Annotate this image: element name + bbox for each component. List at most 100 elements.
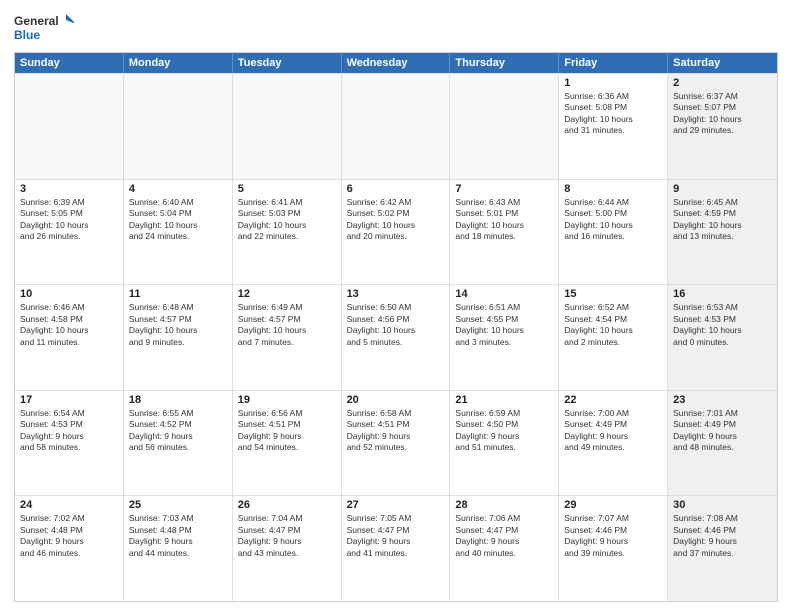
cal-cell: 5Sunrise: 6:41 AM Sunset: 5:03 PM Daylig…	[233, 180, 342, 285]
calendar: SundayMondayTuesdayWednesdayThursdayFrid…	[14, 52, 778, 602]
logo: General Blue	[14, 10, 74, 46]
cal-cell: 10 Sunrise: 6:46 AM Sunset: 4:58 PM Dayli…	[15, 285, 124, 390]
cal-week-1: 1 Sunrise: 6:36 AM Sunset: 5:08 PM Daylig…	[15, 73, 777, 179]
day-info: Sunrise: 7:05 AM Sunset: 4:47 PM Dayligh…	[347, 513, 445, 559]
cal-cell: 25Sunrise: 7:03 AM Sunset: 4:48 PM Dayli…	[124, 496, 233, 601]
cal-cell: 23 Sunrise: 7:01 AM Sunset: 4:49 PM Dayli…	[668, 391, 777, 496]
cal-cell: 19 Sunrise: 6:56 AM Sunset: 4:51 PM Dayli…	[233, 391, 342, 496]
day-info: Sunrise: 7:02 AM Sunset: 4:48 PM Dayligh…	[20, 513, 118, 559]
day-info: Sunrise: 6:56 AM Sunset: 4:51 PM Dayligh…	[238, 408, 336, 454]
day-number: 23	[673, 394, 772, 406]
cal-header-saturday: Saturday	[668, 53, 777, 73]
cal-cell	[450, 74, 559, 179]
day-number: 15	[564, 288, 662, 300]
day-number: 5	[238, 183, 336, 195]
day-number: 10	[20, 288, 118, 300]
cal-cell: 18 Sunrise: 6:55 AM Sunset: 4:52 PM Dayli…	[124, 391, 233, 496]
day-info: Sunrise: 6:36 AM Sunset: 5:08 PM Dayligh…	[564, 91, 662, 137]
day-info: Sunrise: 6:51 AM Sunset: 4:55 PM Dayligh…	[455, 302, 553, 348]
day-number: 19	[238, 394, 336, 406]
cal-cell: 29Sunrise: 7:07 AM Sunset: 4:46 PM Dayli…	[559, 496, 668, 601]
cal-week-5: 24 Sunrise: 7:02 AM Sunset: 4:48 PM Dayli…	[15, 495, 777, 601]
day-info: Sunrise: 6:55 AM Sunset: 4:52 PM Dayligh…	[129, 408, 227, 454]
day-info: Sunrise: 6:40 AM Sunset: 5:04 PM Dayligh…	[129, 197, 227, 243]
calendar-body: 1 Sunrise: 6:36 AM Sunset: 5:08 PM Daylig…	[15, 73, 777, 601]
day-number: 27	[347, 499, 445, 511]
cal-cell	[124, 74, 233, 179]
cal-cell: 16 Sunrise: 6:53 AM Sunset: 4:53 PM Dayli…	[668, 285, 777, 390]
calendar-header-row: SundayMondayTuesdayWednesdayThursdayFrid…	[15, 53, 777, 73]
cal-week-4: 17 Sunrise: 6:54 AM Sunset: 4:53 PM Dayli…	[15, 390, 777, 496]
day-info: Sunrise: 7:01 AM Sunset: 4:49 PM Dayligh…	[673, 408, 772, 454]
day-info: Sunrise: 6:54 AM Sunset: 4:53 PM Dayligh…	[20, 408, 118, 454]
cal-cell: 6 Sunrise: 6:42 AM Sunset: 5:02 PM Daylig…	[342, 180, 451, 285]
day-info: Sunrise: 6:49 AM Sunset: 4:57 PM Dayligh…	[238, 302, 336, 348]
cal-cell: 4 Sunrise: 6:40 AM Sunset: 5:04 PM Daylig…	[124, 180, 233, 285]
day-number: 18	[129, 394, 227, 406]
cal-header-thursday: Thursday	[450, 53, 559, 73]
day-number: 16	[673, 288, 772, 300]
cal-cell	[15, 74, 124, 179]
cal-cell: 3Sunrise: 6:39 AM Sunset: 5:05 PM Daylig…	[15, 180, 124, 285]
cal-cell: 2 Sunrise: 6:37 AM Sunset: 5:07 PM Daylig…	[668, 74, 777, 179]
day-info: Sunrise: 6:45 AM Sunset: 4:59 PM Dayligh…	[673, 197, 772, 243]
cal-cell: 20 Sunrise: 6:58 AM Sunset: 4:51 PM Dayli…	[342, 391, 451, 496]
day-number: 21	[455, 394, 553, 406]
header: General Blue	[14, 10, 778, 46]
day-info: Sunrise: 6:53 AM Sunset: 4:53 PM Dayligh…	[673, 302, 772, 348]
day-number: 14	[455, 288, 553, 300]
day-number: 13	[347, 288, 445, 300]
day-info: Sunrise: 6:52 AM Sunset: 4:54 PM Dayligh…	[564, 302, 662, 348]
day-info: Sunrise: 6:50 AM Sunset: 4:56 PM Dayligh…	[347, 302, 445, 348]
day-number: 7	[455, 183, 553, 195]
day-number: 24	[20, 499, 118, 511]
cal-cell: 24 Sunrise: 7:02 AM Sunset: 4:48 PM Dayli…	[15, 496, 124, 601]
cal-cell: 27 Sunrise: 7:05 AM Sunset: 4:47 PM Dayli…	[342, 496, 451, 601]
day-info: Sunrise: 7:06 AM Sunset: 4:47 PM Dayligh…	[455, 513, 553, 559]
cal-week-3: 10 Sunrise: 6:46 AM Sunset: 4:58 PM Dayli…	[15, 284, 777, 390]
cal-cell: 26Sunrise: 7:04 AM Sunset: 4:47 PM Dayli…	[233, 496, 342, 601]
cal-cell	[342, 74, 451, 179]
day-info: Sunrise: 6:59 AM Sunset: 4:50 PM Dayligh…	[455, 408, 553, 454]
day-number: 25	[129, 499, 227, 511]
day-number: 12	[238, 288, 336, 300]
cal-cell: 8 Sunrise: 6:44 AM Sunset: 5:00 PM Daylig…	[559, 180, 668, 285]
day-number: 9	[673, 183, 772, 195]
day-number: 4	[129, 183, 227, 195]
day-info: Sunrise: 7:00 AM Sunset: 4:49 PM Dayligh…	[564, 408, 662, 454]
cal-cell: 14 Sunrise: 6:51 AM Sunset: 4:55 PM Dayli…	[450, 285, 559, 390]
cal-cell: 12 Sunrise: 6:49 AM Sunset: 4:57 PM Dayli…	[233, 285, 342, 390]
day-number: 8	[564, 183, 662, 195]
cal-cell: 15 Sunrise: 6:52 AM Sunset: 4:54 PM Dayli…	[559, 285, 668, 390]
day-number: 1	[564, 77, 662, 89]
day-number: 3	[20, 183, 118, 195]
cal-cell: 7 Sunrise: 6:43 AM Sunset: 5:01 PM Daylig…	[450, 180, 559, 285]
day-number: 30	[673, 499, 772, 511]
day-number: 2	[673, 77, 772, 89]
svg-text:Blue: Blue	[14, 28, 40, 42]
cal-cell: 9 Sunrise: 6:45 AM Sunset: 4:59 PM Daylig…	[668, 180, 777, 285]
day-info: Sunrise: 6:37 AM Sunset: 5:07 PM Dayligh…	[673, 91, 772, 137]
day-number: 28	[455, 499, 553, 511]
day-number: 20	[347, 394, 445, 406]
svg-text:General: General	[14, 14, 59, 28]
cal-cell: 21 Sunrise: 6:59 AM Sunset: 4:50 PM Dayli…	[450, 391, 559, 496]
day-info: Sunrise: 7:08 AM Sunset: 4:46 PM Dayligh…	[673, 513, 772, 559]
day-info: Sunrise: 6:43 AM Sunset: 5:01 PM Dayligh…	[455, 197, 553, 243]
day-info: Sunrise: 6:42 AM Sunset: 5:02 PM Dayligh…	[347, 197, 445, 243]
day-info: Sunrise: 6:44 AM Sunset: 5:00 PM Dayligh…	[564, 197, 662, 243]
cal-cell: 22Sunrise: 7:00 AM Sunset: 4:49 PM Dayli…	[559, 391, 668, 496]
cal-header-tuesday: Tuesday	[233, 53, 342, 73]
day-info: Sunrise: 7:04 AM Sunset: 4:47 PM Dayligh…	[238, 513, 336, 559]
day-info: Sunrise: 6:48 AM Sunset: 4:57 PM Dayligh…	[129, 302, 227, 348]
day-info: Sunrise: 6:46 AM Sunset: 4:58 PM Dayligh…	[20, 302, 118, 348]
cal-cell: 28 Sunrise: 7:06 AM Sunset: 4:47 PM Dayli…	[450, 496, 559, 601]
day-number: 17	[20, 394, 118, 406]
day-info: Sunrise: 6:58 AM Sunset: 4:51 PM Dayligh…	[347, 408, 445, 454]
cal-header-wednesday: Wednesday	[342, 53, 451, 73]
day-number: 6	[347, 183, 445, 195]
cal-week-2: 3Sunrise: 6:39 AM Sunset: 5:05 PM Daylig…	[15, 179, 777, 285]
page: General Blue SundayMondayTuesdayWednesda…	[0, 0, 792, 612]
day-number: 11	[129, 288, 227, 300]
day-info: Sunrise: 7:07 AM Sunset: 4:46 PM Dayligh…	[564, 513, 662, 559]
